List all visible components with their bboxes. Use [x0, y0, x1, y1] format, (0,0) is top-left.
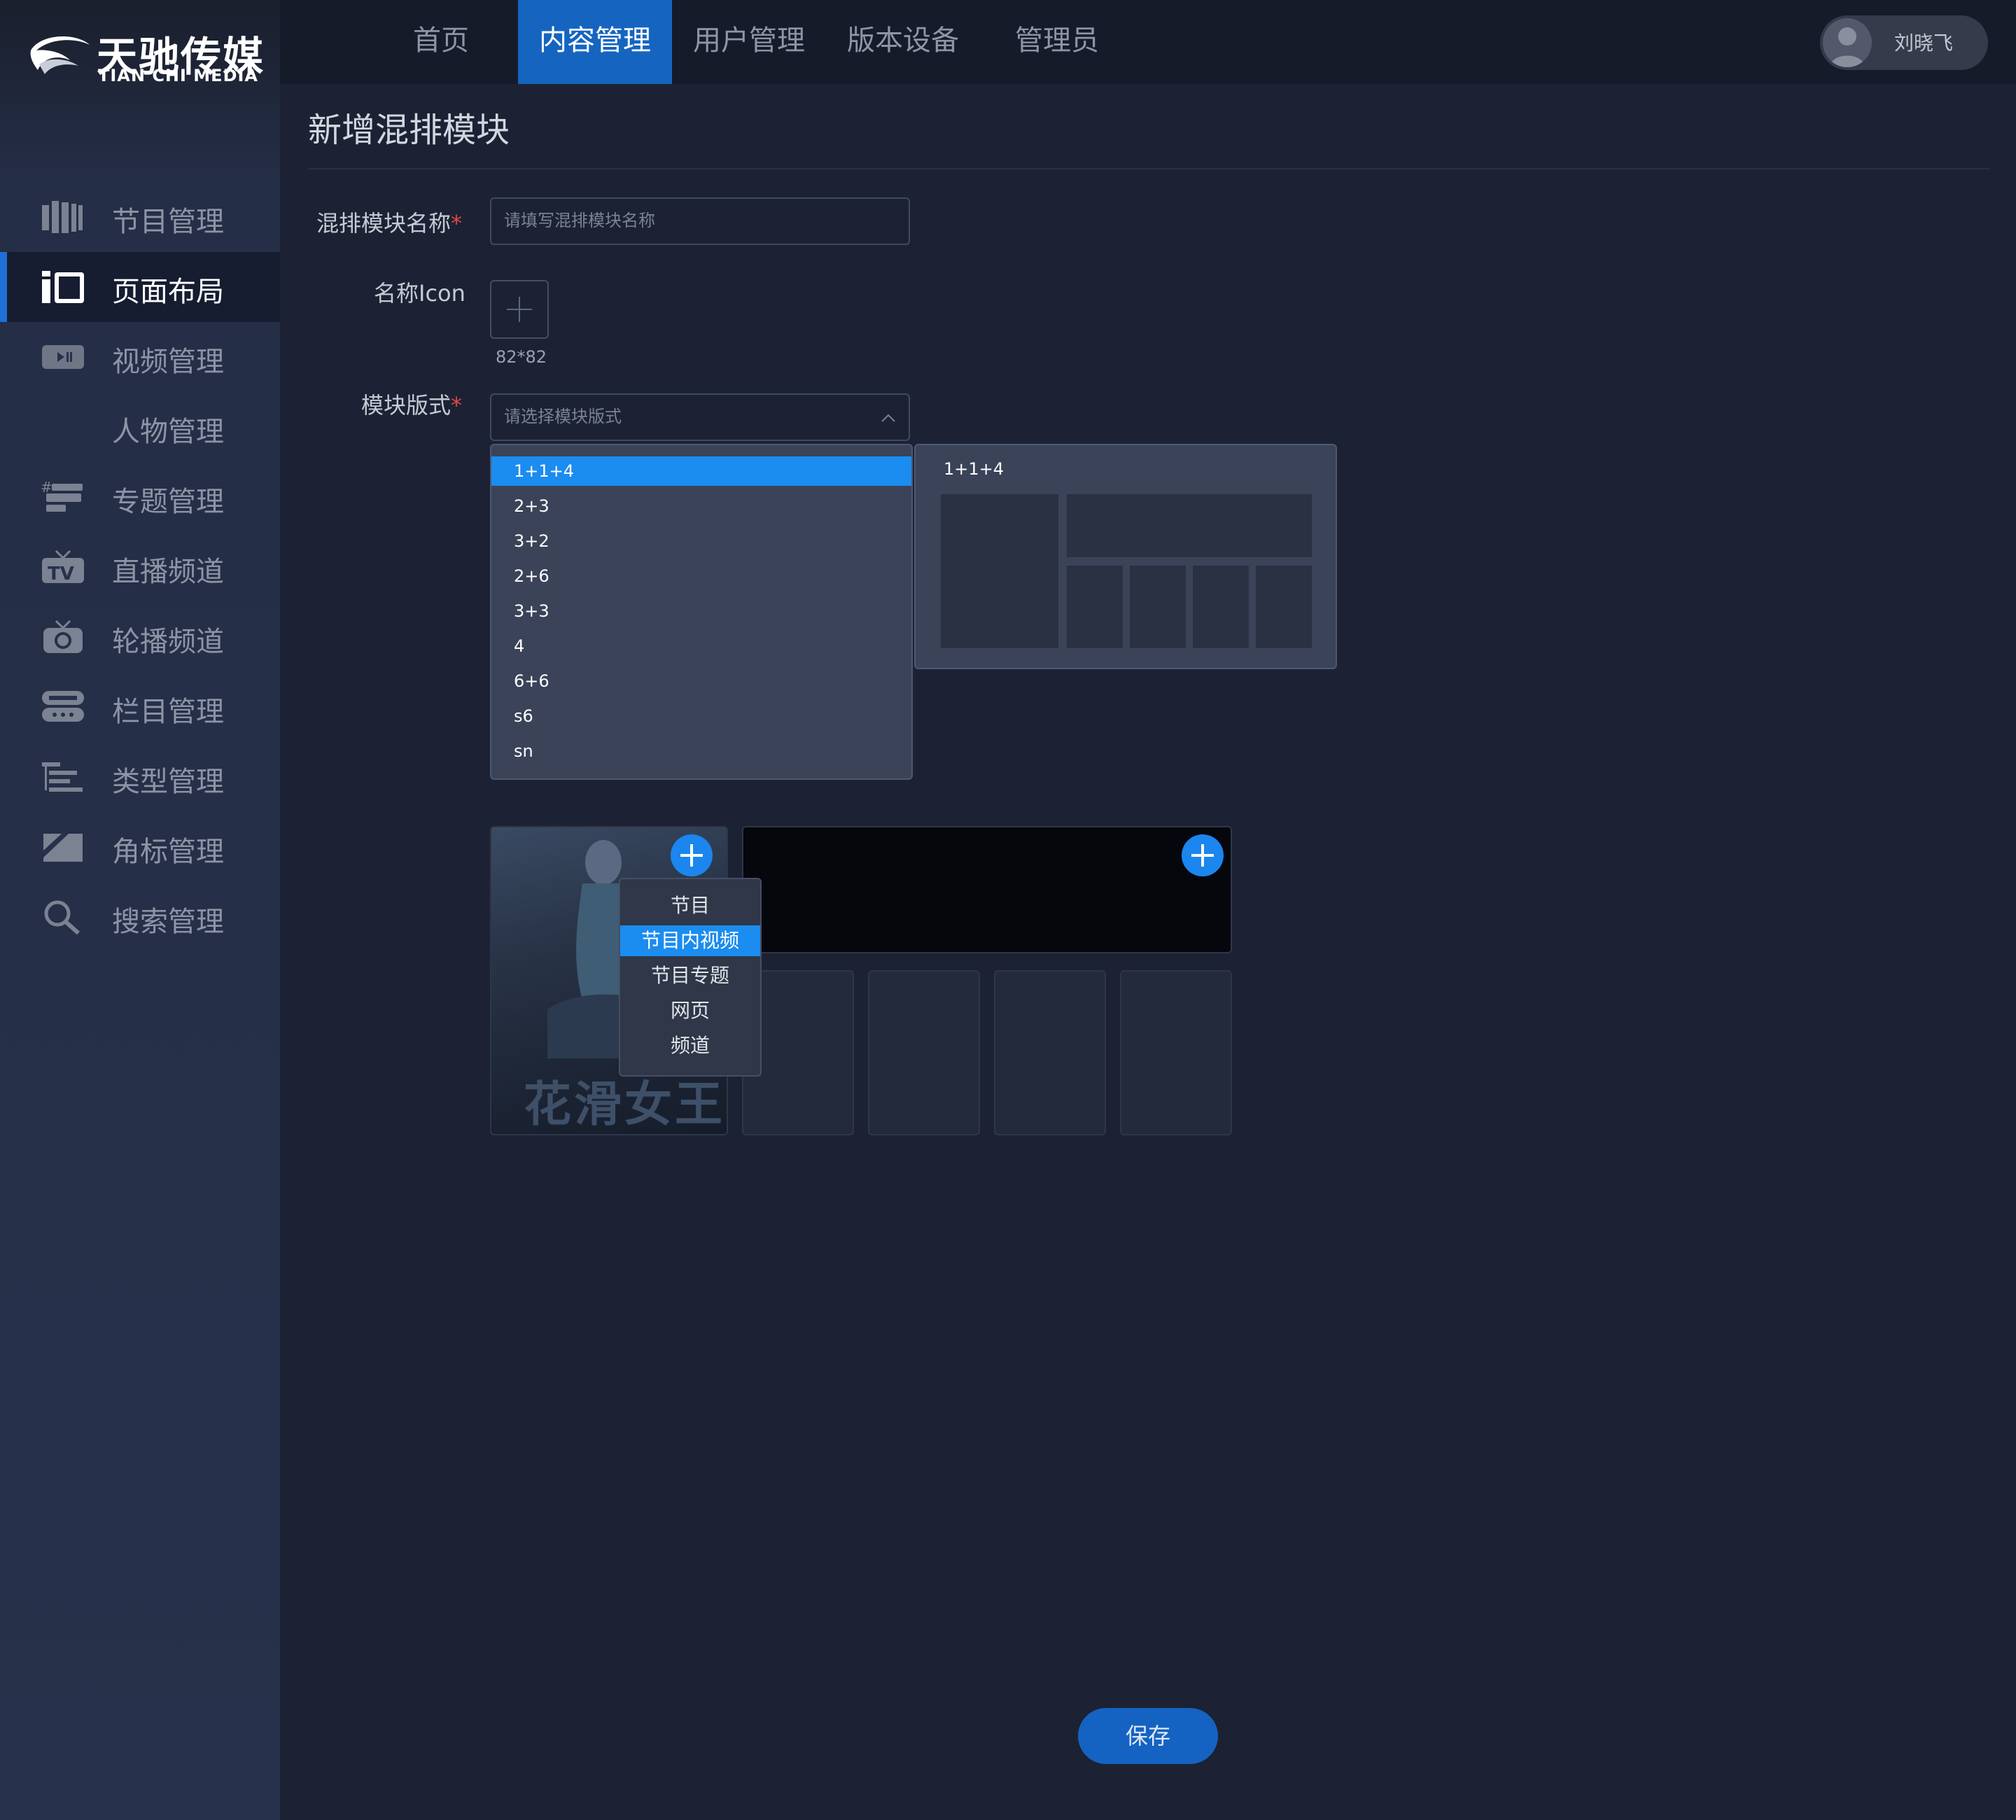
- tab-content-management[interactable]: 内容管理: [518, 0, 672, 84]
- small-slot[interactable]: [1120, 970, 1232, 1135]
- layout-option[interactable]: 6+6: [491, 666, 911, 696]
- layout-select-placeholder: 请选择模块版式: [504, 407, 622, 426]
- user-avatar-icon: [1830, 27, 1865, 67]
- preview-block: [1067, 566, 1123, 648]
- layout-option[interactable]: 3+3: [491, 596, 911, 626]
- page-title: 新增混排模块: [308, 111, 510, 150]
- tab-label: 用户管理: [693, 24, 805, 57]
- wide-slot[interactable]: [742, 826, 1232, 953]
- layout-preview: 1+1+4: [914, 444, 1337, 669]
- sidebar-item-label: 直播频道: [112, 556, 224, 588]
- layout-preview-label: 1+1+4: [944, 459, 1004, 479]
- layout-select[interactable]: 请选择模块版式: [490, 393, 910, 441]
- brand-name-en: TIAN CHI MEDIA: [98, 66, 259, 85]
- sidebar-item-videos[interactable]: 视频管理: [0, 322, 280, 392]
- required-mark: *: [451, 392, 463, 419]
- add-content-button[interactable]: [1182, 834, 1224, 876]
- sidebar-item-types[interactable]: 类型管理: [0, 742, 280, 812]
- preview-block: [1130, 566, 1186, 648]
- layout-label: 模块版式*: [361, 392, 463, 419]
- sidebar-item-carousel-channels[interactable]: 轮播频道: [0, 602, 280, 672]
- sidebar-item-topics[interactable]: # 专题管理: [0, 462, 280, 532]
- tab-version-devices[interactable]: 版本设备: [826, 0, 980, 84]
- sidebar-item-label: 人物管理: [112, 416, 224, 448]
- layout-option[interactable]: 2+6: [491, 561, 911, 591]
- sidebar-item-people[interactable]: 人物管理: [0, 392, 280, 462]
- name-icon-label: 名称Icon: [374, 280, 465, 307]
- user-menu[interactable]: 刘晓飞: [1820, 15, 1988, 70]
- tab-user-management[interactable]: 用户管理: [672, 0, 826, 84]
- small-slot[interactable]: [994, 970, 1106, 1135]
- layout-option[interactable]: 4: [491, 631, 911, 661]
- sidebar-item-label: 搜索管理: [112, 906, 224, 938]
- layout-option[interactable]: sn: [491, 736, 911, 766]
- layout-option[interactable]: 1+1+4: [491, 456, 911, 486]
- sidebar-item-label: 栏目管理: [112, 696, 224, 728]
- film-strip-icon: [42, 201, 83, 233]
- video-play-icon: [42, 345, 84, 369]
- carousel-refresh-icon: [43, 620, 83, 653]
- column-list-icon: [42, 691, 84, 722]
- tv-icon: TV: [42, 550, 84, 584]
- preview-block: [941, 494, 1058, 648]
- required-mark: *: [451, 210, 463, 237]
- sidebar-item-label: 视频管理: [112, 346, 224, 378]
- save-button[interactable]: 保存: [1078, 1708, 1218, 1764]
- add-content-button[interactable]: [671, 834, 713, 876]
- brand-logo: 天驰传媒 TIAN CHI MEDIA: [27, 27, 263, 88]
- preview-block: [1193, 566, 1249, 648]
- svg-text:TV: TV: [48, 564, 74, 584]
- search-icon: [44, 900, 80, 934]
- tab-label: 首页: [413, 24, 469, 57]
- tab-home[interactable]: 首页: [364, 0, 518, 84]
- layout-icon: [42, 271, 84, 303]
- content-type-menu: 节目 节目内视频 节目专题 网页 频道: [619, 878, 762, 1077]
- sidebar-item-label: 轮播频道: [112, 626, 224, 658]
- sidebar-item-columns[interactable]: 栏目管理: [0, 672, 280, 742]
- layout-option[interactable]: s6: [491, 701, 911, 731]
- sidebar-item-page-layout[interactable]: 页面布局: [0, 252, 280, 322]
- icon-size-hint: 82*82: [496, 347, 547, 367]
- svg-text:#: #: [41, 479, 52, 496]
- content-type-option[interactable]: 节目专题: [620, 960, 760, 991]
- module-name-placeholder: 请填写混排模块名称: [504, 211, 655, 230]
- tab-administrator[interactable]: 管理员: [980, 0, 1134, 84]
- avatar: [1823, 18, 1872, 67]
- module-name-input[interactable]: 请填写混排模块名称: [490, 197, 910, 245]
- logo-eye-icon: [30, 36, 90, 74]
- layout-dropdown: 1+1+4 2+3 3+2 2+6 3+3 4 6+6 s6 sn: [490, 444, 913, 780]
- small-slot[interactable]: [868, 970, 980, 1135]
- sidebar: 天驰传媒 TIAN CHI MEDIA 节目管理 页面布局 视频管理 人物管理 …: [0, 0, 280, 1820]
- tab-label: 管理员: [1015, 24, 1099, 57]
- plus-icon: [507, 297, 532, 322]
- topic-stack-icon: #: [41, 479, 83, 512]
- corner-badge-icon: [43, 834, 83, 862]
- preview-block: [1067, 494, 1312, 557]
- layout-option[interactable]: 3+2: [491, 526, 911, 556]
- layout-option[interactable]: 2+3: [491, 491, 911, 521]
- content-type-option[interactable]: 频道: [620, 1030, 760, 1061]
- icon-upload-button[interactable]: [490, 280, 549, 339]
- sidebar-item-corner-badges[interactable]: 角标管理: [0, 812, 280, 882]
- tab-label: 版本设备: [847, 24, 959, 57]
- sidebar-item-programs[interactable]: 节目管理: [0, 182, 280, 252]
- sidebar-item-label: 页面布局: [112, 276, 224, 308]
- divider: [308, 168, 1989, 169]
- type-tree-icon: [42, 762, 83, 792]
- sidebar-item-label: 专题管理: [112, 486, 224, 518]
- sidebar-item-label: 类型管理: [112, 766, 224, 798]
- content-type-option[interactable]: 节目: [620, 890, 760, 921]
- sidebar-item-live-channels[interactable]: TV 直播频道: [0, 532, 280, 602]
- preview-block: [1256, 566, 1312, 648]
- user-name: 刘晓飞: [1894, 31, 1954, 55]
- tab-label: 内容管理: [539, 24, 651, 57]
- content-type-option[interactable]: 网页: [620, 995, 760, 1026]
- chevron-up-icon: [881, 414, 895, 422]
- module-name-label: 混排模块名称*: [316, 210, 463, 237]
- sidebar-item-label: 角标管理: [112, 836, 224, 868]
- sidebar-item-search[interactable]: 搜索管理: [0, 882, 280, 952]
- content-type-option[interactable]: 节目内视频: [620, 925, 760, 956]
- sidebar-item-label: 节目管理: [112, 206, 224, 238]
